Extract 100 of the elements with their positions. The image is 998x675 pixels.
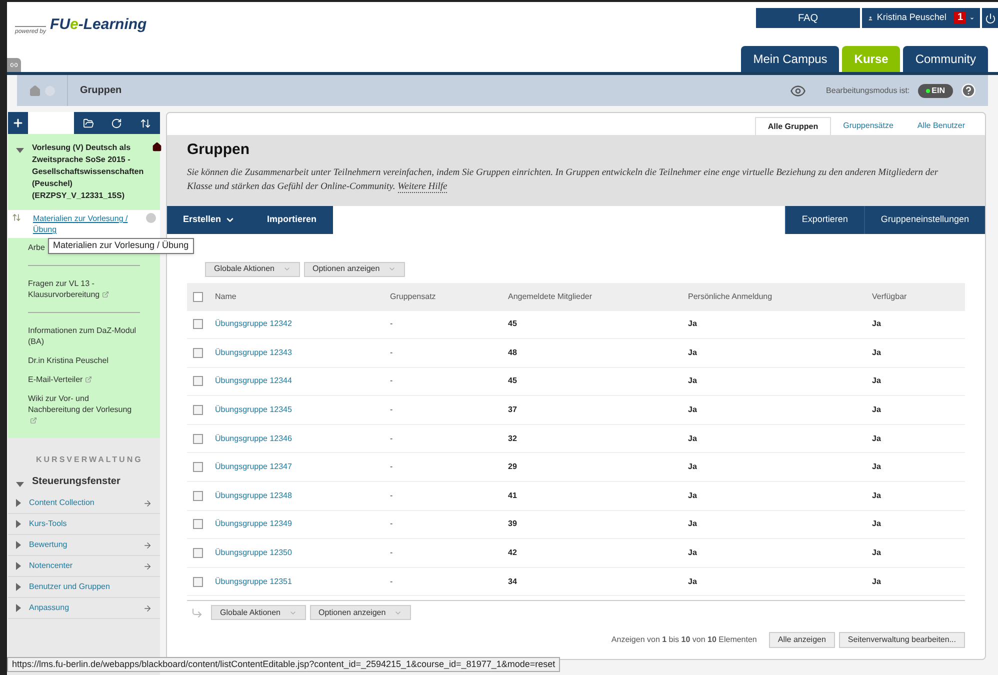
group-link[interactable]: Übungsgruppe 12348	[215, 490, 292, 500]
group-link[interactable]: Übungsgruppe 12350	[215, 548, 292, 558]
course-menu-item[interactable]: Dr.in Kristina Peuschel	[8, 351, 160, 370]
sub-tab[interactable]: Alle Benutzer	[905, 117, 977, 135]
group-link[interactable]: Übungsgruppe 12351	[215, 576, 292, 586]
select-all-checkbox[interactable]	[193, 292, 203, 302]
power-icon	[984, 12, 996, 24]
collapse-triangle-icon[interactable]	[16, 148, 24, 153]
drag-handle-icon[interactable]	[12, 213, 21, 222]
eye-icon[interactable]	[790, 82, 806, 98]
tooltip: Materialien zur Vorlesung / Übung	[48, 238, 194, 254]
menu-item-label: Wiki zur Vor- und Nachbereitung der Vorlesung	[28, 393, 140, 426]
home-icon[interactable]	[152, 142, 162, 152]
faq-link[interactable]: FAQ	[756, 8, 860, 28]
menu-item-label: E-Mail-Verteiler	[28, 374, 92, 385]
list-action-button[interactable]: Globale Aktionen	[211, 605, 306, 620]
table-cell-text: Ja	[872, 375, 882, 388]
table-cell-text: 42	[508, 547, 518, 560]
expand-triangle-icon[interactable]	[16, 541, 21, 549]
expand-triangle-icon[interactable]	[16, 520, 21, 528]
help-icon[interactable]	[961, 83, 976, 98]
action-bar-button[interactable]: Exportieren	[784, 206, 864, 234]
link-icon	[10, 61, 18, 69]
group-link[interactable]: Übungsgruppe 12347	[215, 462, 292, 472]
control-panel-item[interactable]: Benutzer und Gruppen	[8, 577, 160, 598]
expand-triangle-icon[interactable]	[16, 562, 21, 570]
pagination-button[interactable]: Seitenverwaltung bearbeiten...	[838, 632, 965, 648]
folder-icon[interactable]	[82, 118, 94, 128]
expand-triangle-icon[interactable]	[16, 583, 21, 591]
row-checkbox[interactable]	[193, 548, 203, 558]
main-tab[interactable]: Mein Campus	[741, 46, 840, 72]
control-panel-item[interactable]: Bewertung	[8, 535, 160, 556]
course-title[interactable]: Vorlesung (V) Deutsch als Zweitsprache SoSe 2015 - Gesellschaftswissenschaften (Peuschel) (ERZPSY_V_12331_15S)	[32, 142, 144, 202]
table-cell-text: Ja	[688, 404, 698, 416]
expand-triangle-icon[interactable]	[16, 499, 21, 507]
sub-tab[interactable]: Gruppensätze	[831, 117, 906, 135]
menu-item-label: Fragen zur VL 13 - Klausurvorbereitung	[28, 278, 140, 300]
help-link[interactable]: Weitere Hilfe	[398, 182, 448, 192]
group-link[interactable]: Übungsgruppe 12346	[215, 434, 292, 443]
menu-item-label: Materialien zur Vorlesung / Übung	[33, 213, 129, 235]
table-cell-text: Ja	[872, 318, 882, 330]
menu-input-field[interactable]	[28, 112, 74, 134]
group-link[interactable]: Übungsgruppe 12343	[215, 348, 292, 357]
main-tab[interactable]: Community	[903, 46, 988, 72]
table-cell-text: 29	[508, 461, 518, 474]
group-link[interactable]: Übungsgruppe 12349	[215, 519, 292, 528]
control-panel-title[interactable]: Steuerungsfenster	[32, 474, 120, 489]
table-cell-text: 39	[508, 518, 518, 530]
table-cell-text: Ja	[872, 490, 882, 502]
row-checkbox[interactable]	[193, 434, 203, 444]
notification-badge: 1	[954, 12, 966, 24]
arrow-icon[interactable]	[143, 540, 152, 550]
table-cell-text: Ja	[688, 375, 698, 388]
collapse-triangle-icon[interactable]	[16, 482, 24, 487]
control-panel-item[interactable]: Notencenter	[8, 556, 160, 577]
list-action-button[interactable]: Optionen anzeigen	[304, 262, 405, 276]
table-cell-text: Ja	[872, 518, 882, 530]
arrow-icon[interactable]	[143, 562, 152, 570]
row-checkbox[interactable]	[193, 490, 203, 501]
course-menu-item[interactable]: Wiki zur Vor- und Nachbereitung der Vorlesung	[8, 389, 160, 430]
list-action-button[interactable]: Optionen anzeigen	[310, 605, 411, 620]
row-checkbox[interactable]	[193, 348, 203, 358]
column-header: Gruppensatz	[390, 290, 437, 302]
pagination-button[interactable]: Alle anzeigen	[768, 632, 835, 648]
row-checkbox[interactable]	[193, 576, 203, 587]
user-menu[interactable]: Kristina Peuschel 1	[862, 8, 980, 28]
arrow-icon[interactable]	[143, 604, 152, 612]
course-menu-item[interactable]: Fragen zur VL 13 - Klausurvorbereitung	[8, 274, 160, 304]
row-checkbox[interactable]	[193, 376, 203, 386]
logout-button[interactable]	[982, 8, 998, 28]
row-checkbox[interactable]	[193, 405, 203, 416]
table-cell-text: 41	[508, 490, 518, 502]
row-checkbox[interactable]	[193, 319, 203, 330]
action-bar-button[interactable]: Erstellen	[167, 206, 252, 234]
table-cell-text: Ja	[872, 346, 882, 359]
expand-triangle-icon[interactable]	[16, 604, 21, 612]
arrow-icon[interactable]	[143, 498, 152, 508]
list-action-button[interactable]: Globale Aktionen	[205, 262, 300, 276]
sort-icon[interactable]	[140, 118, 152, 128]
group-link[interactable]: Übungsgruppe 12342	[215, 319, 292, 328]
refresh-icon[interactable]	[111, 118, 122, 128]
action-bar-button[interactable]: Importieren	[251, 206, 333, 234]
course-menu-item[interactable]: Informationen zum DaZ-Modul (BA)	[8, 321, 160, 351]
sub-tab[interactable]: Alle Gruppen	[754, 117, 832, 135]
group-link[interactable]: Übungsgruppe 12345	[215, 405, 292, 414]
control-panel-item[interactable]: Kurs-Tools	[8, 514, 160, 535]
course-menu-item[interactable]: E-Mail-Verteiler	[8, 370, 160, 389]
control-panel-item[interactable]: Content Collection	[8, 493, 160, 514]
action-bar-button[interactable]: Gruppeneinstellungen	[864, 206, 985, 234]
edit-mode-toggle[interactable]: EIN	[918, 84, 953, 98]
group-link[interactable]: Übungsgruppe 12344	[215, 376, 292, 386]
row-checkbox[interactable]	[193, 519, 203, 530]
row-checkbox[interactable]	[193, 462, 203, 472]
table-cell-text: 45	[508, 318, 518, 330]
table-cell-text: Ja	[688, 432, 698, 445]
table-cell-text: Ja	[872, 547, 882, 560]
panel-toggle-tab[interactable]	[7, 58, 21, 72]
table-cell-text: -	[390, 547, 394, 560]
control-panel-item[interactable]: Anpassung	[8, 598, 160, 619]
course-menu-item[interactable]: Materialien zur Vorlesung / Übung	[8, 210, 160, 238]
